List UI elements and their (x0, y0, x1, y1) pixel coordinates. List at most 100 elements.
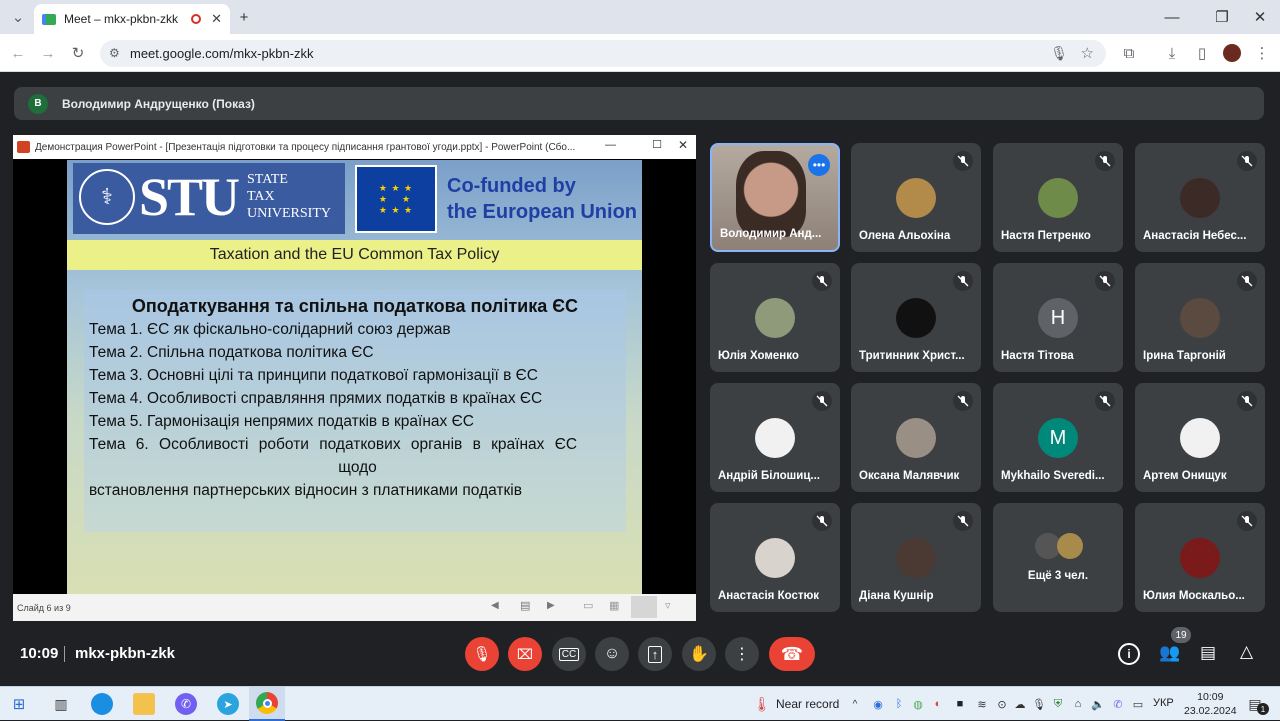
volume-icon[interactable]: 🔈 (1090, 693, 1106, 715)
telegram-icon[interactable]: ➤ (217, 693, 239, 715)
reading-view-icon[interactable] (631, 596, 657, 618)
chrome-taskbar-button[interactable] (249, 687, 285, 721)
download-icon[interactable]: ⤓ (1160, 41, 1184, 65)
tray-expand-icon[interactable]: ^ (848, 693, 862, 715)
participant-name: Анастасія Небес... (1143, 230, 1247, 242)
weather-label[interactable]: Near record (776, 697, 839, 711)
participant-tile[interactable]: ••• Володимир Анд... (710, 143, 840, 252)
participant-tile[interactable]: Ірина Таргоній (1135, 263, 1265, 372)
ppt-maximize-icon[interactable]: ☐ (652, 138, 662, 151)
leave-call-button[interactable]: ☎ (769, 637, 815, 671)
participant-tile[interactable]: Юлія Хоменко (710, 263, 840, 372)
extensions-icon[interactable]: ⧉ (1117, 41, 1141, 65)
participant-name: Ірина Таргоній (1143, 350, 1226, 362)
avatar (755, 298, 795, 338)
camera-off-icon: ⌧ (516, 645, 534, 662)
slide-topic: Тема 3. Основні цілі та принципи податко… (89, 367, 538, 384)
participant-name: Ещё 3 чел. (1027, 570, 1089, 582)
participant-tile[interactable]: Н Настя Тітова (993, 263, 1123, 372)
emoji-icon: ☺ (603, 645, 621, 662)
participant-tile[interactable]: M Mykhailo Sveredi... (993, 383, 1123, 492)
maximize-icon[interactable]: ❐ (1210, 5, 1234, 29)
prev-slide-icon[interactable]: ◀ (491, 600, 499, 611)
participant-tile[interactable]: Анастасія Костюк (710, 503, 840, 612)
language-indicator[interactable]: УКР (1153, 697, 1174, 709)
minimize-icon[interactable]: — (1160, 5, 1184, 29)
ppt-close-icon[interactable]: ✕ (678, 138, 688, 152)
camera-off-button[interactable]: ⌧ (508, 637, 542, 671)
reactions-button[interactable]: ☺ (595, 637, 629, 671)
chat-icon[interactable]: ▤ (1200, 643, 1216, 663)
mic-permission-icon[interactable]: 🎙 (1050, 45, 1068, 62)
tab-close-icon[interactable]: ✕ (211, 11, 222, 27)
slide-topic-list: Тема 1. ЄС як фіскально-солідарний союз … (84, 318, 626, 502)
tray-app-icon[interactable]: ◉ (870, 693, 886, 715)
tray-app-icon[interactable]: ◍ (910, 693, 926, 715)
side-panel-icon[interactable]: ▯ (1190, 41, 1214, 65)
reload-icon[interactable]: ↻ (66, 41, 90, 65)
clock[interactable]: 10:09 23.02.2024 (1184, 690, 1237, 718)
participant-tile[interactable]: Тритинник Христ... (851, 263, 981, 372)
mic-muted-icon (1237, 151, 1257, 171)
wifi-icon[interactable]: ≋ (974, 693, 990, 715)
recording-indicator-icon (191, 14, 202, 24)
avatar (1180, 538, 1220, 578)
participant-tile[interactable]: Юлия Москальо... (1135, 503, 1265, 612)
people-icon[interactable]: 👥 (1159, 643, 1180, 663)
slide: ⚕ STU STATE TAX UNIVERSITY ★ ★ ★ ★ ★ ★ ★ ★… (67, 160, 642, 594)
participant-tile[interactable]: Діана Кушнір (851, 503, 981, 612)
participant-tile[interactable]: Олена Альохіна (851, 143, 981, 252)
tray-app-icon[interactable]: ◐ (930, 693, 946, 715)
viber-tray-icon[interactable]: ✆ (1110, 693, 1126, 715)
bluetooth-icon[interactable]: ᛒ (892, 693, 906, 715)
window-close-icon[interactable]: ✕ (1248, 5, 1272, 29)
tab-meet[interactable]: Meet – mkx-pkbn-zkk ✕ (34, 4, 230, 34)
eu-cofunded: ★ ★ ★ ★ ★ ★ ★ ★ Co-funded by the European … (351, 163, 641, 234)
tray-app-icon[interactable]: ⊙ (994, 693, 1010, 715)
more-options-button[interactable]: ⋮ (725, 637, 759, 671)
viber-icon[interactable]: ✆ (175, 693, 197, 715)
next-slide-icon[interactable]: ▶ (547, 600, 555, 611)
sorter-view-icon[interactable]: ▦ (609, 599, 619, 612)
presentation-window[interactable]: Демонстрация PowerPoint - [Презентація п… (13, 135, 696, 621)
participant-tile[interactable]: Анастасія Небес... (1135, 143, 1265, 252)
profile-avatar[interactable] (1223, 44, 1241, 62)
slide-menu-icon[interactable]: ▤ (520, 599, 530, 612)
address-bar[interactable]: ⚙ meet.google.com/mkx-pkbn-zkk 🎙 ☆ (100, 40, 1106, 67)
participant-tile[interactable]: Артем Онищук (1135, 383, 1265, 492)
participant-tile[interactable]: Оксана Малявчик (851, 383, 981, 492)
slideshow-view-icon[interactable]: ▿ (665, 599, 671, 612)
back-icon[interactable]: ← (6, 41, 30, 65)
slide-topic: Тема 5. Гармонізація непрямих податків в… (89, 413, 474, 430)
tile-more-icon[interactable]: ••• (808, 154, 830, 176)
onedrive-icon[interactable]: ☁ (1012, 693, 1028, 715)
network-icon[interactable]: ⌂ (1070, 693, 1086, 715)
windows-start-icon[interactable]: ⊞ (8, 693, 30, 715)
normal-view-icon[interactable]: ▭ (583, 599, 593, 612)
file-explorer-icon[interactable] (133, 693, 155, 715)
tab-search-icon[interactable]: ⌄ (6, 5, 30, 29)
site-info-icon[interactable]: ⚙ (109, 46, 120, 60)
meeting-info-icon[interactable]: i (1118, 643, 1140, 665)
forward-icon[interactable]: → (36, 41, 60, 65)
edge-icon[interactable] (91, 693, 113, 715)
more-vert-icon: ⋮ (734, 646, 750, 663)
tray-app-icon[interactable]: ■ (952, 693, 968, 715)
battery-icon[interactable]: ▭ (1130, 693, 1146, 715)
participant-tile[interactable]: Андрій Білошиц... (710, 383, 840, 492)
present-button[interactable]: ↑ (638, 637, 672, 671)
new-tab-icon[interactable]: + (232, 5, 256, 29)
defender-icon[interactable]: ⛨ (1050, 693, 1066, 715)
participant-tile[interactable]: Ещё 3 чел. (993, 503, 1123, 612)
raise-hand-button[interactable]: ✋ (682, 637, 716, 671)
captions-button[interactable]: CC (552, 637, 586, 671)
menu-icon[interactable]: ⋮ (1250, 41, 1274, 65)
ppt-minimize-icon[interactable]: — (605, 139, 616, 151)
task-view-icon[interactable]: ▥ (50, 693, 72, 715)
mic-off-button[interactable]: 🎙 (465, 637, 499, 671)
presenter-bar: В Володимир Андрущенко (Показ) (14, 87, 1264, 120)
participant-tile[interactable]: Настя Петренко (993, 143, 1123, 252)
mic-tray-icon[interactable]: 🎙 (1032, 693, 1046, 715)
activities-icon[interactable]: △ (1240, 642, 1253, 662)
bookmark-star-icon[interactable]: ☆ (1081, 44, 1094, 62)
